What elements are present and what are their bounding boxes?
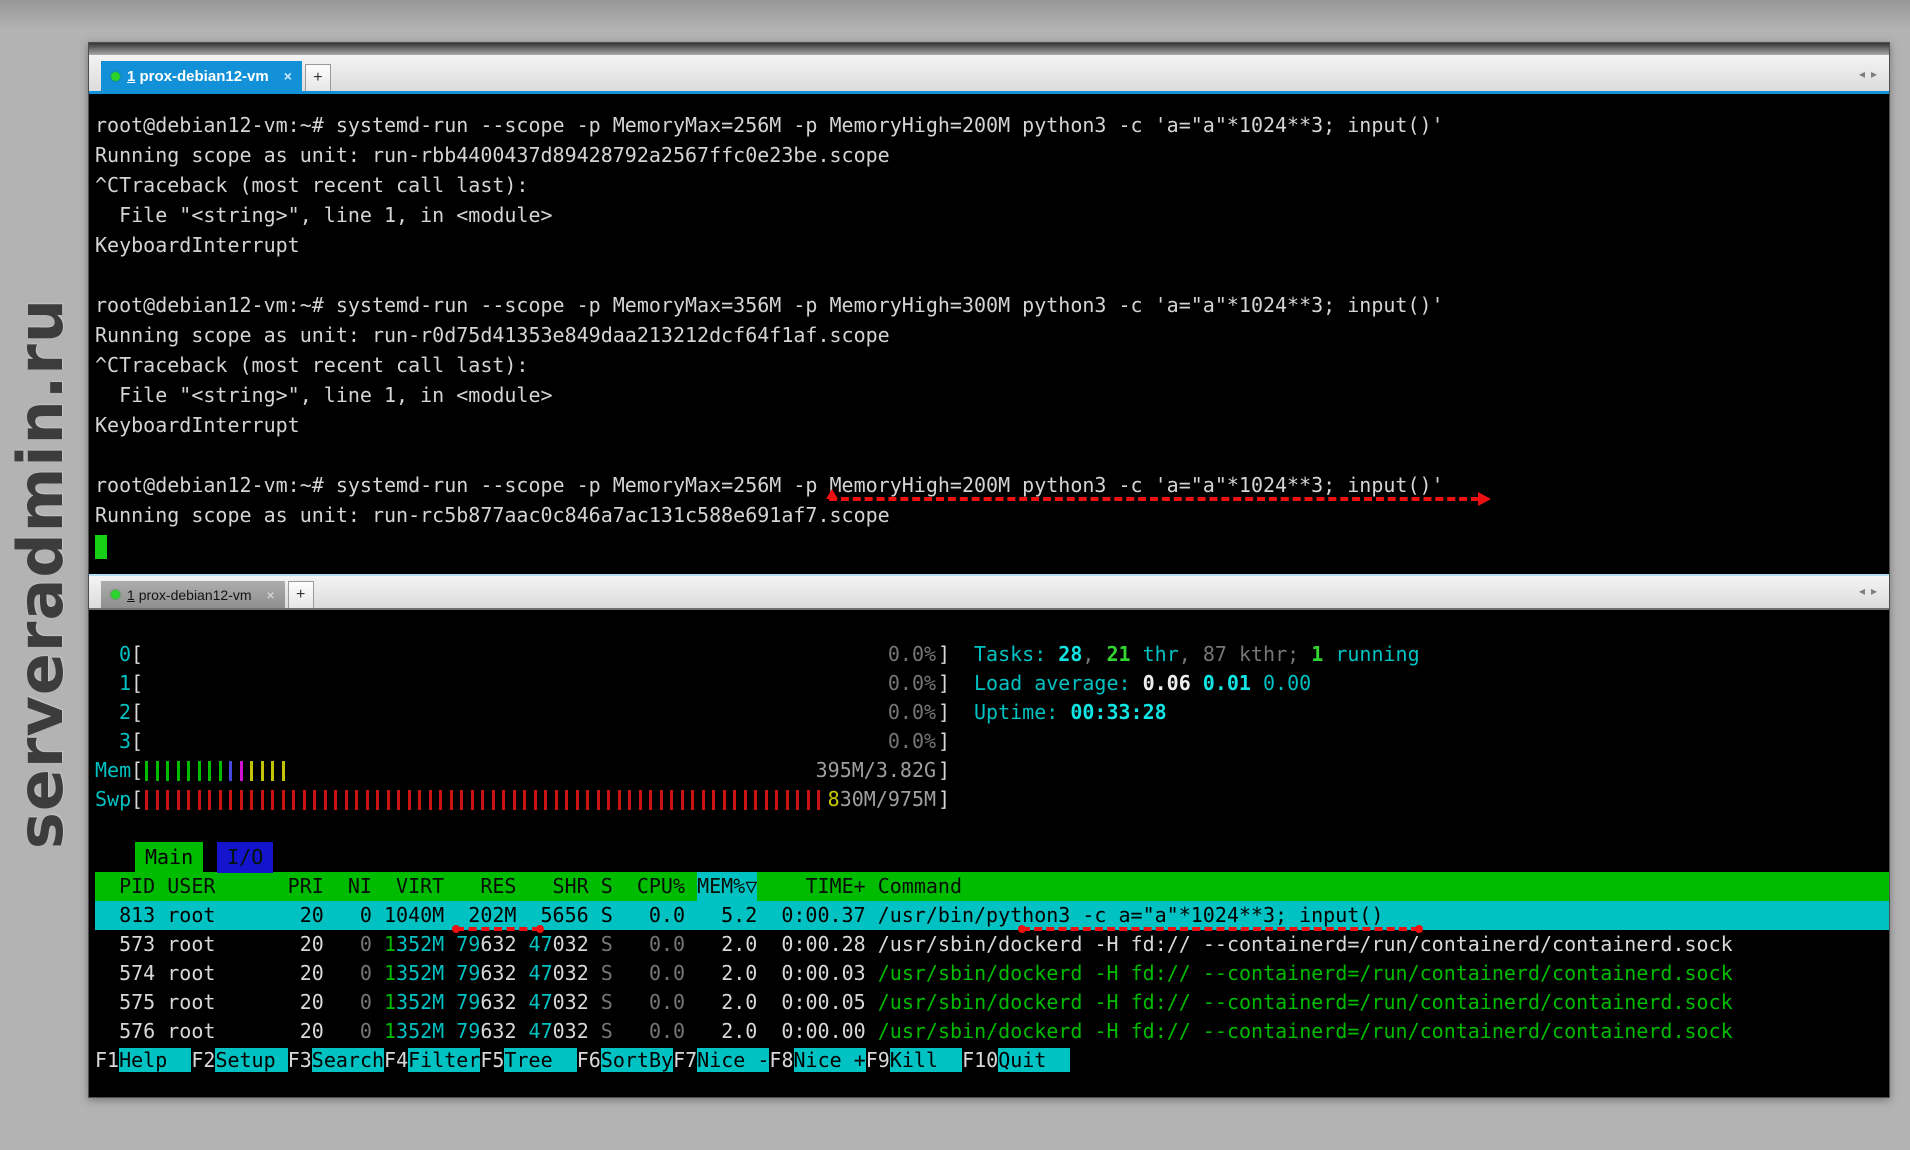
fkey-f8[interactable]: F8Nice + <box>769 1046 865 1075</box>
tab-bar-bottom: 1 prox-debian12-vm × + ◂▸ <box>89 574 1889 610</box>
close-icon[interactable]: × <box>284 69 292 83</box>
fkey-f3[interactable]: F3Search <box>288 1046 384 1075</box>
tab-label: 1 prox-debian12-vm <box>127 587 252 603</box>
process-table-header[interactable]: PID USER PRI NI VIRT RES SHR S CPU% MEM%… <box>95 872 1889 901</box>
connection-status-icon <box>111 72 120 81</box>
process-row[interactable]: 576 root 20 0 1352M 79632 47032 S 0.0 2.… <box>95 1017 1889 1046</box>
scroll-left-icon[interactable]: ◂ <box>1859 67 1865 81</box>
terminal-line: File "<string>", line 1, in <module> <box>95 380 1889 410</box>
fkey-f7[interactable]: F7Nice - <box>673 1046 769 1075</box>
htop-screen-tabs: Main I/O <box>95 843 1889 872</box>
scroll-left-icon[interactable]: ◂ <box>1859 584 1865 598</box>
tab-prox-debian12-vm-top[interactable]: 1 prox-debian12-vm × <box>101 61 302 91</box>
function-key-bar: F1Help F2Setup F3SearchF4FilterF5Tree F6… <box>95 1046 1889 1075</box>
fkey-f5[interactable]: F5Tree <box>480 1046 576 1075</box>
terminal-line <box>95 440 1889 470</box>
meter-swap: Swp[830M/975M] <box>95 785 1889 814</box>
fkey-f1[interactable]: F1Help <box>95 1046 191 1075</box>
terminal-line: Running scope as unit: run-rc5b877aac0c8… <box>95 500 1889 530</box>
terminal-line: File "<string>", line 1, in <module> <box>95 200 1889 230</box>
htop-tab-i-o[interactable]: I/O <box>217 842 273 873</box>
fkey-f6[interactable]: F6SortBy <box>577 1046 673 1075</box>
scroll-right-icon[interactable]: ▸ <box>1871 67 1877 81</box>
terminal-line: ^CTraceback (most recent call last): <box>95 170 1889 200</box>
terminal-pane-htop[interactable]: 0[0.0%]1[0.0%]2[0.0%]3[0.0%]Mem[395M/3.8… <box>89 610 1889 1097</box>
new-tab-button[interactable]: + <box>288 581 314 608</box>
window-titlebar <box>89 43 1889 55</box>
process-row[interactable]: 813 root 20 0 1040M 202M 5656 S 0.0 5.2 … <box>95 901 1889 930</box>
terminal-window: 1 prox-debian12-vm × + ◂▸ root@debian12-… <box>88 42 1890 1098</box>
connection-status-icon <box>111 590 120 599</box>
terminal-line: KeyboardInterrupt <box>95 230 1889 260</box>
terminal-line: KeyboardInterrupt <box>95 410 1889 440</box>
terminal-line: Running scope as unit: run-rbb4400437d89… <box>95 140 1889 170</box>
summary-line: Tasks: 28, 21 thr, 87 kthr; 1 running <box>974 640 1420 669</box>
close-icon[interactable]: × <box>267 588 275 602</box>
terminal-pane-shell[interactable]: root@debian12-vm:~# systemd-run --scope … <box>89 94 1889 574</box>
meter-cpu3: 3[0.0%] <box>95 727 1889 756</box>
tab-bar-top: 1 prox-debian12-vm × + ◂▸ <box>89 55 1889 91</box>
terminal-line: ^CTraceback (most recent call last): <box>95 350 1889 380</box>
process-row[interactable]: 573 root 20 0 1352M 79632 47032 S 0.0 2.… <box>95 930 1889 959</box>
tab-prox-debian12-vm-bottom[interactable]: 1 prox-debian12-vm × <box>101 581 285 608</box>
meter-memory: Mem[395M/3.82G] <box>95 756 1889 785</box>
sort-column-mem[interactable]: MEM%▽ <box>697 872 757 901</box>
scroll-right-icon[interactable]: ▸ <box>1871 584 1877 598</box>
terminal-line <box>95 260 1889 290</box>
terminal-line: root@debian12-vm:~# systemd-run --scope … <box>95 110 1889 140</box>
terminal-line: root@debian12-vm:~# systemd-run --scope … <box>95 470 1889 500</box>
process-row[interactable]: 575 root 20 0 1352M 79632 47032 S 0.0 2.… <box>95 988 1889 1017</box>
fkey-f9[interactable]: F9Kill <box>866 1046 962 1075</box>
text-cursor <box>95 535 107 559</box>
tab-scroll-arrows: ◂▸ <box>1853 67 1877 81</box>
fkey-f10[interactable]: F10Quit <box>962 1046 1070 1075</box>
process-row[interactable]: 574 root 20 0 1352M 79632 47032 S 0.0 2.… <box>95 959 1889 988</box>
summary-line: Load average: 0.06 0.01 0.00 <box>974 669 1420 698</box>
tab-scroll-arrows: ◂▸ <box>1853 584 1877 598</box>
new-tab-button[interactable]: + <box>305 64 331 91</box>
terminal-line: root@debian12-vm:~# systemd-run --scope … <box>95 290 1889 320</box>
tab-label: 1 prox-debian12-vm <box>127 68 269 85</box>
summary-line: Uptime: 00:33:28 <box>974 698 1420 727</box>
fkey-f4[interactable]: F4Filter <box>384 1046 480 1075</box>
terminal-cursor-line <box>95 530 1889 560</box>
htop-tab-main[interactable]: Main <box>135 842 203 873</box>
terminal-line: Running scope as unit: run-r0d75d41353e8… <box>95 320 1889 350</box>
htop-summary: Tasks: 28, 21 thr, 87 kthr; 1 runningLoa… <box>974 640 1420 727</box>
watermark: serveradmin.ru <box>4 298 77 849</box>
fkey-f2[interactable]: F2Setup <box>191 1046 287 1075</box>
spacer-row <box>95 814 1889 843</box>
